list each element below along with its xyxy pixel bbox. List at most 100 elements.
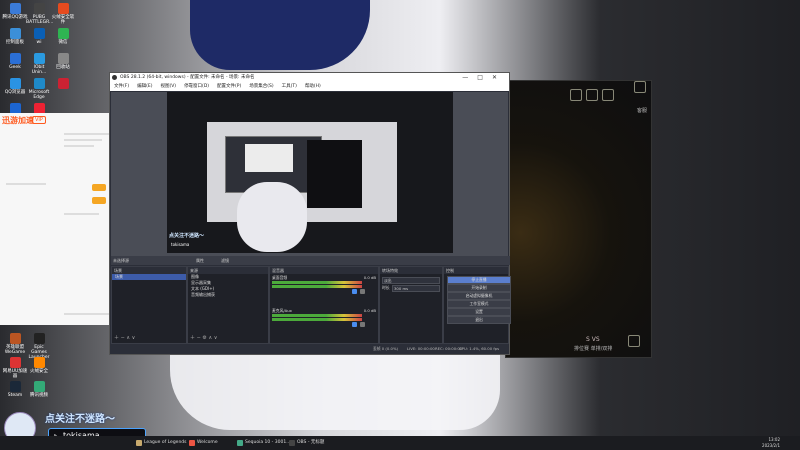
desktop-icon[interactable]: 微信 [50,28,76,45]
scene-tools[interactable]: ＋ − ∧ ∨ [114,334,135,341]
start-recording-button[interactable]: 开始录制 [447,284,511,292]
exit-button[interactable]: 退出 [447,316,511,324]
game-icon-button[interactable] [628,335,640,347]
desktop-icon-label: 回收站 [56,65,70,70]
menu-item[interactable]: 文件(F) [114,84,129,89]
gear-icon[interactable] [360,289,365,294]
sources-title: 来源 [188,267,268,274]
game-icon-button[interactable] [602,89,614,101]
menu-item[interactable]: 工具(T) [282,84,297,89]
transition-select[interactable]: 淡出 [382,277,440,284]
dropped-frames: 丢帧 0 (0.0%) [373,346,399,351]
stop-streaming-button[interactable]: 停止直播 [447,276,511,284]
app-icon [9,28,21,39]
maximize-icon[interactable]: □ [477,74,492,81]
transitions-dock: 转场特效 淡出 时长 300 ms [379,266,443,344]
desktop-icon[interactable]: 腾讯QQ游戏 [2,3,28,20]
desktop-icon[interactable]: 腾讯视频 [26,381,52,398]
preview-figure [237,182,307,252]
menu-item[interactable]: 帮助(H) [305,84,321,89]
obs-titlebar[interactable]: OBS 28.1.2 (64-bit, windows) - 配置文件: 未命名… [110,73,509,82]
system-tray-clock[interactable]: 13:02 2023/2/1 [762,437,780,449]
virtual-camera-button[interactable]: 启动虚拟摄像机 [447,292,511,300]
match-subtitle[interactable]: 排位赛 单排/双排 [574,345,612,352]
game-icon-button[interactable] [586,89,598,101]
match-mode: S VS [586,336,600,343]
desktop-icon-label: Steam [7,393,23,398]
taskbar-app[interactable]: Sequoia 10 - 3001... [236,437,290,449]
gear-icon[interactable] [360,322,365,327]
studio-mode-button[interactable]: 工作室模式 [447,300,511,308]
game-icon-button[interactable] [570,89,582,101]
desktop-icon[interactable]: Epic Games Launcher [26,333,52,360]
accelerator-app-window[interactable]: 迅游加速 VIP [0,113,113,325]
desktop-icon-label: 微信 [58,40,68,45]
desktop-icon[interactable]: 英雄联盟WeGame [2,333,28,355]
settings-button[interactable]: 设置 [447,308,511,316]
action-button[interactable] [92,184,106,191]
controls-title: 控制 [444,267,508,274]
taskbar-app[interactable]: Welcome [188,437,218,449]
channel-db: 0.0 dB [363,308,376,313]
scene-item[interactable]: 场景 [112,274,186,280]
no-source-label: 未选择源 [113,258,129,263]
mute-icon[interactable] [352,322,357,327]
desktop-icon[interactable]: 控制面板 [2,28,28,45]
wallpaper-figure-skirt [190,0,370,70]
desktop-icon[interactable]: IObit Unin... [26,53,52,75]
desktop-icon[interactable]: 网易UU加速器 [2,357,28,379]
desktop-icon[interactable]: Geek [2,53,28,70]
desktop-icon[interactable]: 火绒安全 [26,357,52,374]
taskbar-app-icon [136,440,142,446]
close-icon[interactable] [634,81,646,93]
desktop-icon-label: 网易UU加速器 [2,369,28,379]
app-icon [9,381,21,392]
filters-button[interactable]: 滤镜 [221,256,229,265]
app-icon [33,333,45,344]
app-icon [57,78,69,89]
menu-item[interactable]: 场景集合(S) [249,84,273,89]
desktop-icon[interactable]: 回收站 [50,53,76,70]
menu-item[interactable]: 视图(V) [160,84,176,89]
close-icon[interactable]: ✕ [492,74,506,81]
desktop-icon[interactable]: Microsoft Edge [26,78,52,100]
controls-dock: 控制 停止直播 开始录制 启动虚拟摄像机 工作室模式 设置 退出 [443,266,511,344]
desktop-icon-label: IObit Unin... [31,65,47,75]
support-label[interactable]: 客服 [637,107,647,114]
minimize-icon[interactable]: — [462,74,477,81]
obs-preview[interactable]: 点关注不迷路～ tokisama [111,92,508,264]
desktop-icon[interactable] [50,78,76,90]
scenes-title: 场景 [112,267,186,274]
vip-badge[interactable]: VIP [32,116,46,124]
window-controls[interactable]: —□✕ [462,73,506,82]
game-client-window[interactable]: 客服 S VS 排位赛 单排/双排 [505,80,652,358]
desktop-icon[interactable]: wi [26,28,52,45]
properties-button[interactable]: 属性 [196,256,204,265]
desktop-icon-label: 英雄联盟WeGame [4,345,26,355]
obs-menubar: 文件(F) 编辑(E) 视图(V) 停靠窗口(D) 配置文件(P) 场景集合(S) 工具(T… [110,82,509,91]
source-item[interactable]: 音频输出捕获 [188,292,268,298]
desktop-icon[interactable]: 火绒安全软件 [50,3,76,25]
desktop-icon-label: 控制面板 [6,40,24,45]
desktop-icon[interactable]: QQ浏览器 [2,78,28,95]
desktop-icon[interactable]: PUBG BATTLEGR... [26,3,53,25]
duration-input[interactable]: 300 ms [392,285,440,292]
taskbar-app[interactable]: League of Legends [135,437,187,449]
volume-meter [272,318,362,321]
source-tools[interactable]: ＋ − ⚙ ∧ ∨ [190,334,217,341]
text-line [64,133,109,135]
menu-item[interactable]: 停靠窗口(D) [184,84,209,89]
menu-item[interactable]: 配置文件(P) [217,84,241,89]
text-line [64,313,109,315]
taskbar-app[interactable]: OBS - 无标题 [288,437,324,449]
action-button[interactable] [92,197,106,204]
desktop-icon[interactable]: Steam [2,381,28,398]
menu-item[interactable]: 编辑(E) [137,84,152,89]
preview-canvas[interactable]: 点关注不迷路～ tokisama [167,92,453,253]
obs-window[interactable]: OBS 28.1.2 (64-bit, windows) - 配置文件: 未命名… [109,72,511,355]
transitions-title: 转场特效 [380,267,442,274]
mute-icon[interactable] [352,289,357,294]
app-brand: 迅游加速 [2,116,34,125]
desktop-icon-label: 腾讯QQ游戏 [2,15,28,20]
desktop-icon-label: 火绒安全 [30,369,48,374]
